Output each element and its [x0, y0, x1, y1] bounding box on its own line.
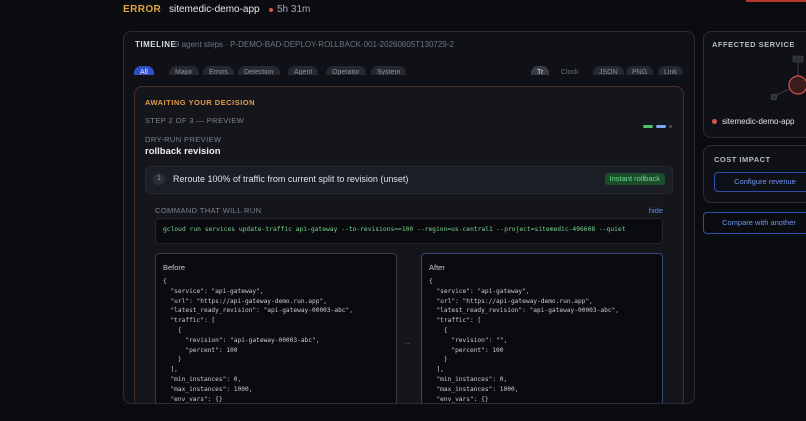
action-title: rollback revision: [145, 146, 221, 157]
command-box: gcloud run services update-traffic api-g…: [155, 218, 663, 244]
progress-dot-pending: [669, 125, 672, 129]
affected-service-name: sitemedic-demo-app: [722, 117, 795, 126]
before-json: { "service": "api-gateway", "url": "http…: [163, 278, 353, 403]
export-json-button[interactable]: JSON: [593, 66, 624, 75]
configure-revenue-button[interactable]: Configure revenue: [714, 172, 806, 192]
affected-service-title: AFFECTED SERVICE: [712, 40, 795, 49]
filter-chip-system[interactable]: System: [371, 66, 407, 75]
compare-button[interactable]: Compare with another: [703, 212, 806, 234]
view-clock-button[interactable]: Clock: [555, 66, 585, 75]
affected-service-panel: AFFECTED SERVICE sitemedic-demo-app: [703, 31, 806, 138]
running-indicator: [269, 8, 273, 12]
after-json: { "service": "api-gateway", "url": "http…: [429, 278, 619, 403]
progress-dot-current: [656, 125, 666, 129]
progress-dot-done: [643, 125, 653, 129]
instant-rollback-badge: Instant rollback: [604, 173, 665, 185]
view-tr-button[interactable]: Tr: [531, 66, 550, 75]
filter-chip-detection[interactable]: Detection: [238, 66, 280, 75]
step-description: Reroute 100% of traffic from current spl…: [173, 174, 409, 184]
graph-node: [770, 93, 778, 101]
decision-card: AWAITING YOUR DECISION STEP 2 OF 3 — PRE…: [134, 86, 684, 403]
filter-chip-operator[interactable]: Operator: [326, 66, 366, 75]
copy-link-button[interactable]: Link: [658, 66, 683, 75]
service-name: sitemedic-demo-app: [169, 4, 260, 15]
arrow-right-icon: →: [403, 337, 412, 347]
graph-edge: [773, 87, 793, 97]
service-status-dot: [712, 119, 717, 124]
status-label: ERROR: [123, 4, 162, 15]
after-state-panel: After { "service": "api-gateway", "url":…: [421, 253, 663, 403]
timeline-title: TIMELINE: [135, 40, 177, 49]
separator: ·: [160, 4, 164, 15]
step-progress-label: STEP 2 OF 3 — PREVIEW: [145, 116, 245, 125]
graph-node: [792, 55, 804, 63]
command-text: gcloud run services update-traffic api-g…: [163, 226, 626, 233]
service-graph[interactable]: [704, 52, 806, 114]
filter-chip-errors[interactable]: Errors: [203, 66, 235, 75]
cost-impact-panel: COST IMPACT Configure revenue: [703, 145, 806, 203]
incident-duration: 5h 31m: [277, 4, 311, 15]
top-accent-bar: [746, 0, 806, 2]
timeline-panel: TIMELINE 9 agent steps · P-DEMO-BAD-DEPL…: [123, 31, 695, 404]
step-progress-dots: [640, 118, 672, 136]
step-number: 1: [153, 173, 165, 185]
hide-command-link[interactable]: hide: [649, 206, 663, 215]
graph-node-affected[interactable]: [788, 75, 806, 95]
before-title: Before: [163, 263, 186, 272]
command-label: COMMAND THAT WILL RUN: [155, 206, 262, 215]
filter-chip-major[interactable]: Major: [169, 66, 199, 75]
filter-bar: All Major Errors Detection Agent Operato…: [134, 66, 686, 75]
filter-chip-all[interactable]: All: [134, 66, 154, 75]
before-state-panel: Before { "service": "api-gateway", "url"…: [155, 253, 397, 403]
export-png-button[interactable]: PNG: [626, 66, 654, 75]
top-bar: ERROR · sitemedic-demo-app · 5h 31m: [0, 0, 806, 22]
separator: ·: [258, 4, 262, 15]
timeline-meta: 9 agent steps · P-DEMO-BAD-DEPLOY-ROLLBA…: [175, 40, 454, 49]
filter-chip-agent[interactable]: Agent: [288, 66, 319, 75]
plan-step: 1 Reroute 100% of traffic from current s…: [145, 166, 673, 194]
dry-run-label: DRY-RUN PREVIEW: [145, 135, 222, 144]
cost-impact-title: COST IMPACT: [714, 155, 771, 164]
after-title: After: [429, 263, 445, 272]
awaiting-decision-label: AWAITING YOUR DECISION: [145, 98, 256, 107]
